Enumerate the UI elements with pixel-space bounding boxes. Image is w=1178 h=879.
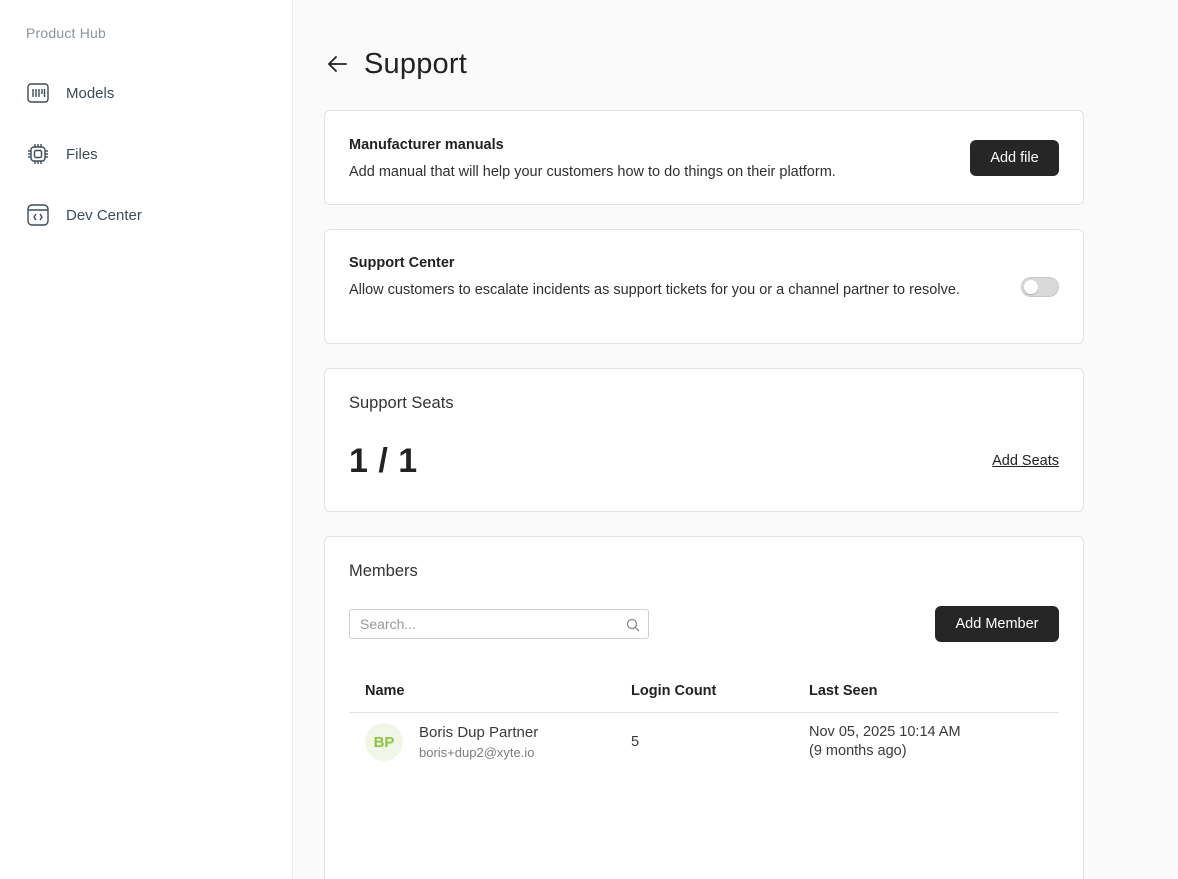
manuals-card: Manufacturer manuals Add manual that wil… <box>324 110 1084 205</box>
sidebar-item-label: Files <box>66 145 98 163</box>
manuals-title: Manufacturer manuals <box>349 137 504 153</box>
column-header-login-count[interactable]: Login Count <box>631 683 716 699</box>
seats-count: 1 / 1 <box>349 442 418 480</box>
members-card: Members Add Member Name Login Count Last… <box>324 536 1084 879</box>
last-seen-relative: (9 months ago) <box>809 743 907 759</box>
column-header-name[interactable]: Name <box>365 683 405 699</box>
add-seats-link[interactable]: Add Seats <box>992 453 1059 469</box>
column-header-last-seen[interactable]: Last Seen <box>809 683 878 699</box>
member-login-count: 5 <box>631 734 640 750</box>
search-icon <box>626 618 640 632</box>
page-title: Support <box>364 47 467 80</box>
code-window-icon <box>26 203 50 227</box>
sidebar-item-files[interactable]: Files <box>26 141 266 167</box>
member-search <box>349 609 649 639</box>
sidebar: Product Hub Models Files Dev Center <box>0 0 293 879</box>
support-center-card: Support Center Allow customers to escala… <box>324 229 1084 344</box>
member-email: boris+dup2@xyte.io <box>419 745 535 760</box>
sidebar-item-label: Models <box>66 84 115 102</box>
main-content: Support Manufacturer manuals Add manual … <box>294 0 1178 879</box>
back-arrow-icon[interactable] <box>324 51 350 77</box>
add-member-button[interactable]: Add Member <box>935 606 1059 642</box>
support-center-toggle[interactable] <box>1021 277 1059 297</box>
support-seats-card: Support Seats 1 / 1 Add Seats <box>324 368 1084 512</box>
sidebar-item-models[interactable]: Models <box>26 80 266 106</box>
manuals-description: Add manual that will help your customers… <box>349 164 836 180</box>
sidebar-brand: Product Hub <box>26 25 107 41</box>
page-header: Support <box>324 44 467 84</box>
support-seats-title: Support Seats <box>349 394 454 412</box>
members-table-header: Name Login Count Last Seen <box>349 673 1059 713</box>
sidebar-item-dev-center[interactable]: Dev Center <box>26 202 266 228</box>
search-input[interactable] <box>350 610 648 638</box>
chip-icon <box>26 142 50 166</box>
models-icon <box>26 81 50 105</box>
members-title: Members <box>349 562 418 580</box>
support-center-title: Support Center <box>349 255 455 271</box>
member-name: Boris Dup Partner <box>419 724 539 741</box>
sidebar-item-label: Dev Center <box>66 206 142 224</box>
table-row[interactable]: BP Boris Dup Partner boris+dup2@xyte.io … <box>349 714 1059 770</box>
member-last-seen: Nov 05, 2025 10:14 AM (9 months ago) <box>809 723 961 761</box>
last-seen-date: Nov 05, 2025 10:14 AM <box>809 724 961 740</box>
avatar: BP <box>365 723 403 761</box>
support-center-description: Allow customers to escalate incidents as… <box>349 282 960 298</box>
toggle-knob <box>1024 280 1038 294</box>
add-file-button[interactable]: Add file <box>970 140 1059 176</box>
